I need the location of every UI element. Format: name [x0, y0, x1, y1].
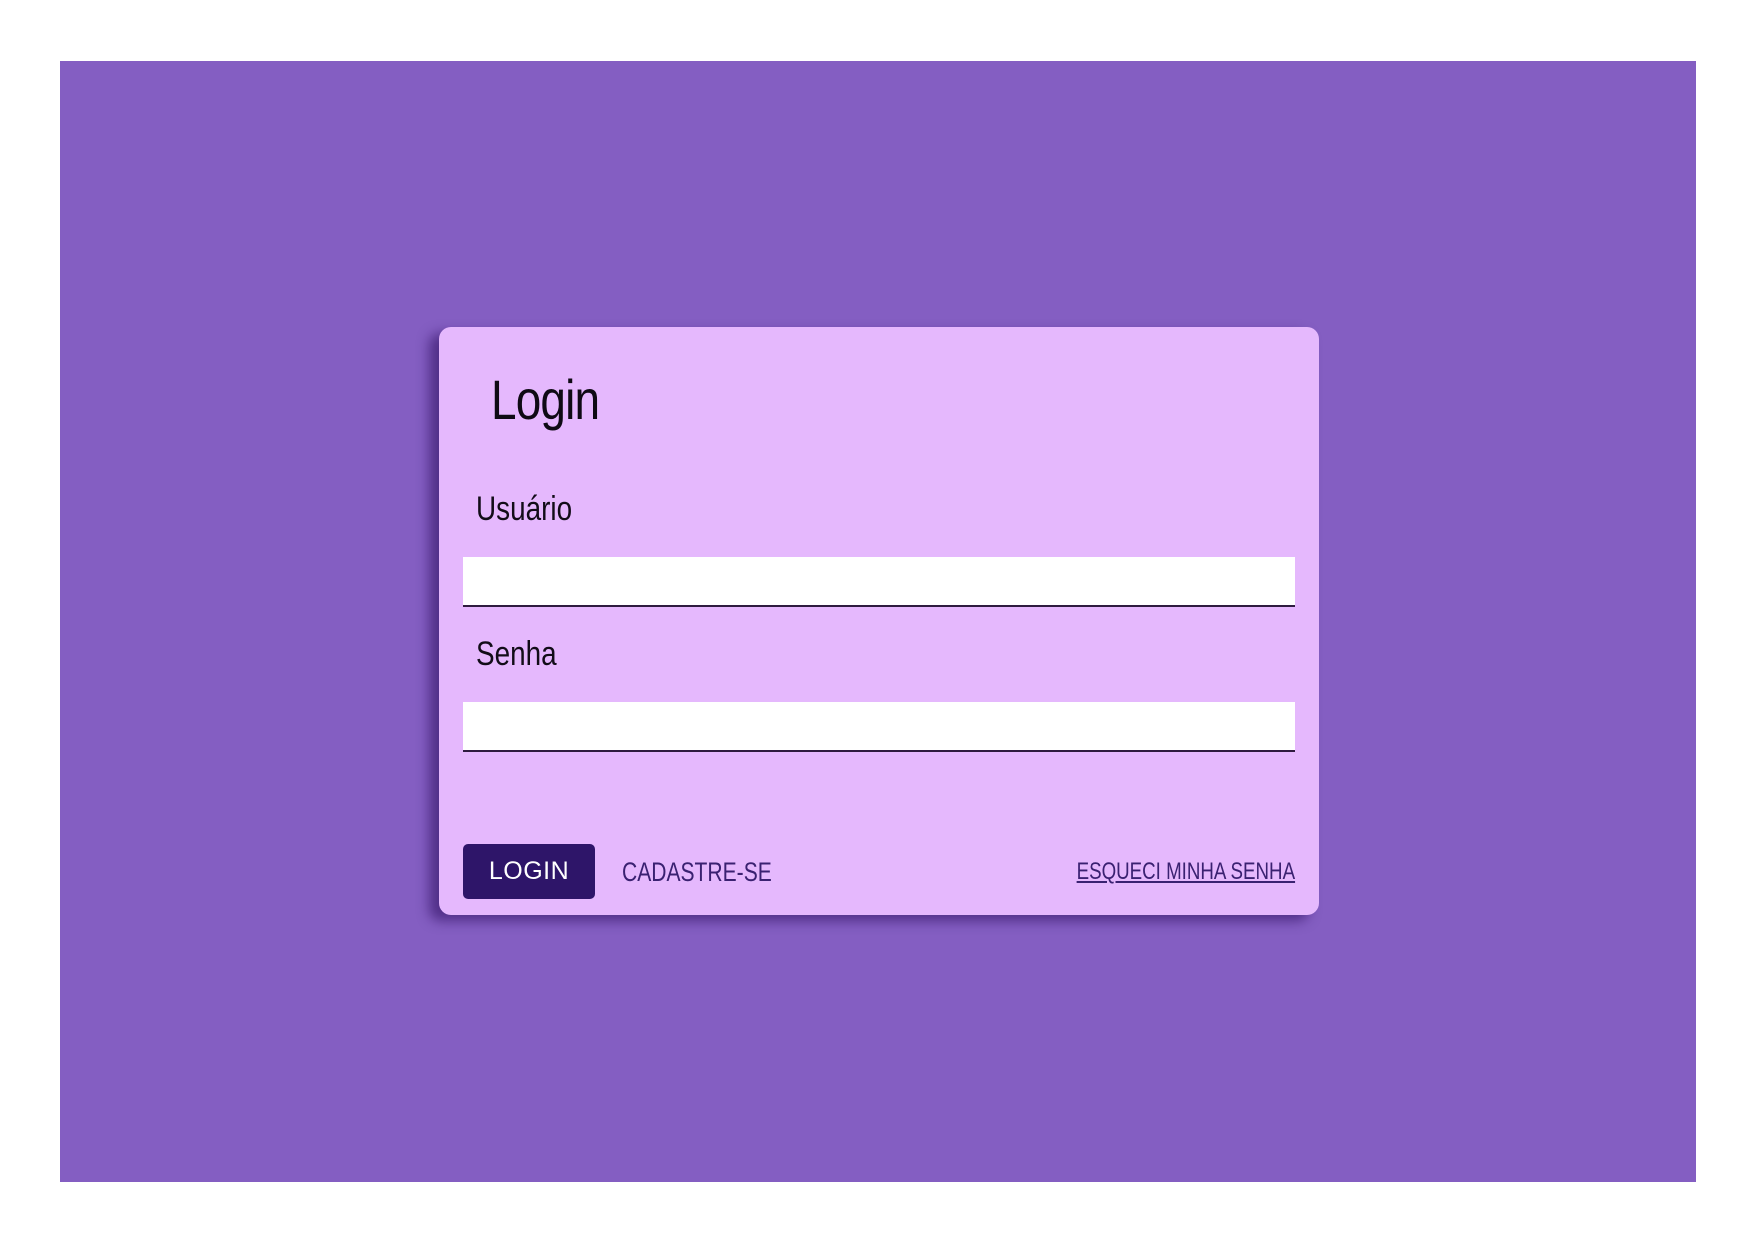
- password-label: Senha: [476, 635, 557, 673]
- login-card: Login Usuário Senha LOGIN CADASTRE-SE ES…: [439, 327, 1319, 915]
- username-label: Usuário: [476, 490, 573, 528]
- login-button[interactable]: LOGIN: [463, 844, 595, 899]
- page-title: Login: [491, 368, 600, 431]
- signup-link[interactable]: CADASTRE-SE: [622, 854, 772, 890]
- password-input[interactable]: [463, 702, 1295, 752]
- page-background: Login Usuário Senha LOGIN CADASTRE-SE ES…: [60, 61, 1696, 1182]
- forgot-password-link[interactable]: ESQUECI MINHA SENHA: [1077, 854, 1295, 890]
- username-input[interactable]: [463, 557, 1295, 607]
